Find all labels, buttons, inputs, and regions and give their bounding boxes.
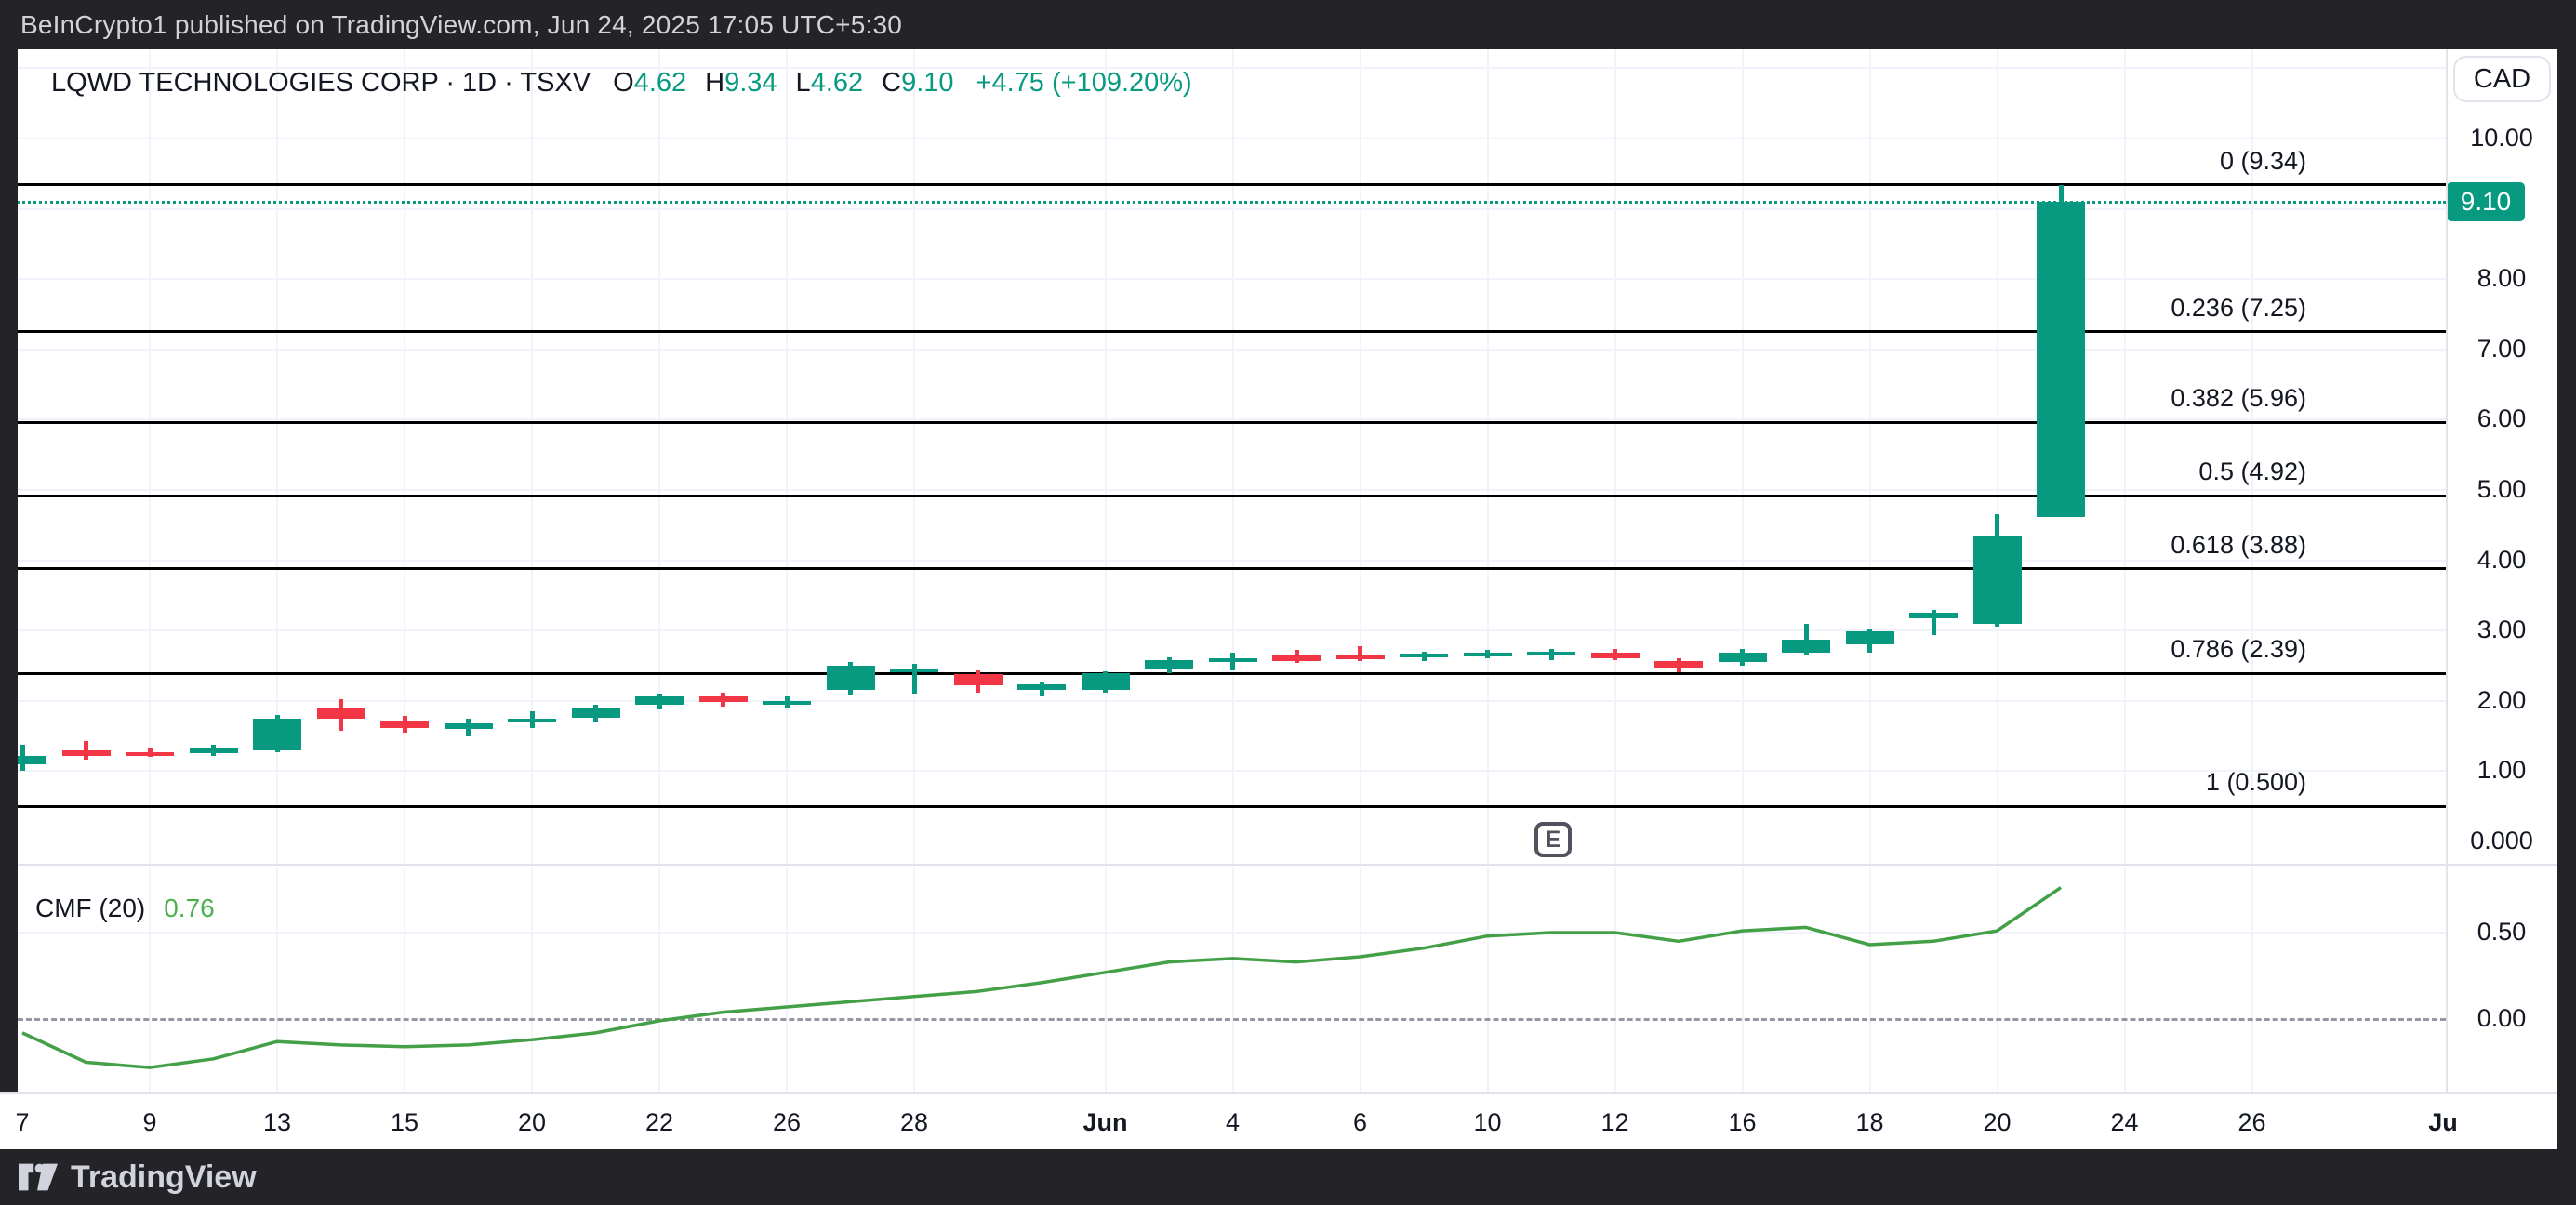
time-axis-label: 18 bbox=[1828, 1108, 1912, 1137]
time-axis-label: 13 bbox=[235, 1108, 319, 1137]
time-axis-label: 6 bbox=[1319, 1108, 1402, 1137]
brand-text: TradingView bbox=[71, 1159, 257, 1196]
indicator-name[interactable]: CMF (20) bbox=[35, 894, 145, 923]
change-value: +4.75 (+109.20%) bbox=[976, 68, 1192, 99]
ohlc-high: H9.34 bbox=[705, 68, 777, 99]
chart-legend: LQWD TECHNOLOGIES CORP · 1D · TSXV O4.62… bbox=[51, 65, 1192, 100]
last-price-badge: 9.10 bbox=[2447, 182, 2525, 221]
price-axis-label: 4.00 bbox=[2446, 546, 2557, 575]
time-axis-label: 4 bbox=[1191, 1108, 1275, 1137]
attribution-bar: BeInCrypto1 published on TradingView.com… bbox=[0, 0, 2576, 49]
time-axis-label: 9 bbox=[108, 1108, 192, 1137]
time-axis-label: 24 bbox=[2083, 1108, 2167, 1137]
price-axis-label: 8.00 bbox=[2446, 264, 2557, 293]
time-axis-label: 26 bbox=[745, 1108, 829, 1137]
ohlc-low: L4.62 bbox=[796, 68, 864, 99]
price-axis-label: 6.00 bbox=[2446, 404, 2557, 433]
currency-button[interactable]: CAD bbox=[2453, 56, 2551, 102]
indicator-legend: CMF (20) 0.76 bbox=[35, 893, 215, 924]
brand-bar: TradingView bbox=[0, 1149, 2576, 1205]
cmf-axis-label: 0.50 bbox=[2446, 918, 2557, 947]
price-axis-label: 1.00 bbox=[2446, 756, 2557, 785]
price-axis-label: 7.00 bbox=[2446, 335, 2557, 364]
time-axis-label: Ju bbox=[2401, 1108, 2485, 1137]
cmf-line bbox=[18, 49, 2446, 1092]
time-axis-label: 20 bbox=[490, 1108, 574, 1137]
ohlc-values: O4.62 H9.34 L4.62 C9.10 bbox=[613, 68, 953, 99]
frame-right bbox=[2557, 0, 2576, 1149]
time-axis-label: 16 bbox=[1701, 1108, 1785, 1137]
price-axis-label: 2.00 bbox=[2446, 686, 2557, 715]
time-axis-label: 12 bbox=[1573, 1108, 1657, 1137]
chart-plot-area[interactable] bbox=[18, 49, 2446, 1092]
attribution-text: BeInCrypto1 published on TradingView.com… bbox=[20, 10, 902, 40]
time-axis-label: 28 bbox=[872, 1108, 956, 1137]
pane-separator[interactable] bbox=[18, 864, 2557, 866]
time-axis-border bbox=[0, 1092, 2557, 1094]
frame-left bbox=[0, 49, 18, 1092]
price-axis-label: 10.00 bbox=[2446, 124, 2557, 152]
time-axis-label: 7 bbox=[0, 1108, 64, 1137]
indicator-value: 0.76 bbox=[164, 894, 215, 923]
price-axis-label: 5.00 bbox=[2446, 475, 2557, 504]
time-axis-label: 10 bbox=[1446, 1108, 1530, 1137]
price-axis-label: 3.00 bbox=[2446, 616, 2557, 644]
tradingview-logo-icon bbox=[19, 1163, 58, 1191]
time-axis-label: 22 bbox=[617, 1108, 701, 1137]
price-axis-border bbox=[2446, 49, 2448, 1092]
time-axis-label: 20 bbox=[1956, 1108, 2039, 1137]
time-axis-label: 26 bbox=[2211, 1108, 2294, 1137]
symbol-title[interactable]: LQWD TECHNOLOGIES CORP · 1D · TSXV bbox=[51, 68, 591, 99]
earnings-icon[interactable]: E bbox=[1534, 822, 1572, 857]
time-axis-label: 15 bbox=[363, 1108, 446, 1137]
ohlc-close: C9.10 bbox=[882, 68, 953, 99]
price-axis-label: 0.000 bbox=[2446, 827, 2557, 855]
time-axis-label: Jun bbox=[1064, 1108, 1148, 1137]
cmf-axis-label: 0.00 bbox=[2446, 1004, 2557, 1033]
ohlc-open: O4.62 bbox=[613, 68, 686, 99]
tradingview-share-image: 0 (9.34)0.236 (7.25)0.382 (5.96)0.5 (4.9… bbox=[0, 0, 2576, 1205]
